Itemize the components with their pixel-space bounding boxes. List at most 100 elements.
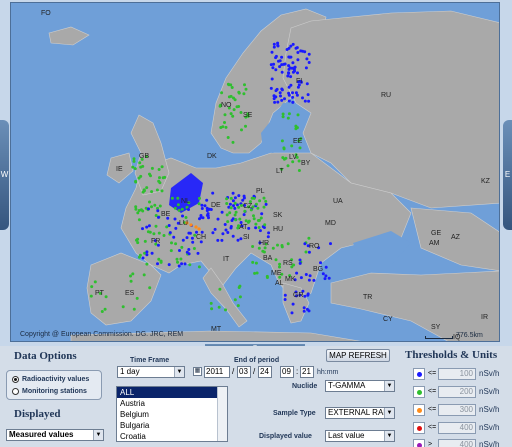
station-marker[interactable]: [176, 196, 180, 200]
station-marker[interactable]: [278, 91, 282, 95]
station-marker[interactable]: [233, 98, 237, 102]
station-marker[interactable]: [226, 220, 230, 224]
station-marker[interactable]: [225, 202, 229, 205]
station-marker[interactable]: [329, 242, 332, 246]
station-marker[interactable]: [231, 114, 235, 118]
station-marker[interactable]: [287, 71, 290, 75]
station-marker[interactable]: [103, 307, 107, 311]
station-marker[interactable]: [209, 301, 213, 305]
station-marker[interactable]: [227, 95, 231, 99]
station-marker[interactable]: [298, 146, 302, 150]
station-marker[interactable]: [306, 93, 310, 97]
station-marker[interactable]: [277, 59, 280, 63]
station-marker[interactable]: [247, 226, 251, 230]
station-marker[interactable]: [280, 98, 284, 102]
station-marker[interactable]: [221, 125, 225, 129]
nuclide-select[interactable]: T-GAMMA ▼: [325, 380, 395, 392]
station-marker[interactable]: [150, 166, 154, 170]
station-marker[interactable]: [223, 121, 226, 124]
station-marker[interactable]: [236, 304, 240, 308]
station-marker[interactable]: [281, 112, 285, 116]
station-marker[interactable]: [137, 218, 141, 222]
map-refresh-button[interactable]: MAP REFRESH: [326, 349, 390, 362]
station-marker[interactable]: [141, 190, 145, 194]
station-marker[interactable]: [254, 226, 258, 230]
station-marker[interactable]: [226, 231, 230, 234]
list-item[interactable]: Bulgaria: [117, 420, 227, 431]
station-marker[interactable]: [177, 208, 181, 212]
station-marker[interactable]: [211, 191, 215, 195]
station-marker[interactable]: [287, 112, 291, 116]
station-marker[interactable]: [225, 213, 229, 217]
station-marker[interactable]: [158, 204, 162, 208]
station-marker[interactable]: [280, 55, 284, 59]
station-marker[interactable]: [307, 309, 311, 313]
station-marker[interactable]: [134, 205, 138, 209]
station-marker[interactable]: [184, 216, 188, 219]
station-marker[interactable]: [302, 309, 306, 313]
station-marker[interactable]: [229, 206, 233, 210]
station-marker[interactable]: [145, 186, 149, 190]
station-marker[interactable]: [233, 298, 237, 302]
station-marker[interactable]: [301, 96, 304, 100]
station-marker[interactable]: [196, 251, 200, 255]
radio-radioactivity-values[interactable]: Radioactivity values: [12, 376, 89, 383]
station-marker[interactable]: [274, 54, 278, 58]
station-marker[interactable]: [252, 214, 255, 218]
station-marker[interactable]: [216, 238, 220, 242]
station-marker[interactable]: [89, 294, 93, 298]
station-marker[interactable]: [154, 224, 158, 228]
station-marker[interactable]: [237, 91, 241, 95]
station-marker[interactable]: [157, 168, 161, 171]
station-marker[interactable]: [234, 210, 238, 214]
station-marker[interactable]: [189, 223, 193, 227]
station-marker[interactable]: [257, 218, 261, 222]
station-marker[interactable]: [170, 241, 173, 245]
station-marker[interactable]: [213, 227, 217, 231]
station-marker[interactable]: [136, 241, 140, 245]
station-marker[interactable]: [296, 71, 299, 75]
station-marker[interactable]: [224, 308, 227, 312]
station-marker[interactable]: [201, 216, 205, 220]
station-marker[interactable]: [243, 83, 246, 87]
europe-map[interactable]: FO NO SE FI RU EE LV LT IE GB DK NL BE D…: [10, 2, 500, 342]
station-marker[interactable]: [254, 222, 258, 226]
station-marker[interactable]: [289, 44, 293, 48]
station-marker[interactable]: [180, 245, 184, 249]
station-marker[interactable]: [244, 87, 248, 91]
station-marker[interactable]: [138, 253, 142, 257]
station-marker[interactable]: [131, 272, 135, 276]
threshold-color-swatch[interactable]: [413, 404, 425, 416]
station-marker[interactable]: [233, 206, 237, 210]
station-marker[interactable]: [312, 278, 316, 282]
station-marker[interactable]: [132, 157, 136, 161]
station-marker[interactable]: [183, 262, 187, 266]
station-marker[interactable]: [238, 284, 242, 288]
calendar-icon[interactable]: ▦: [193, 367, 202, 376]
station-marker[interactable]: [197, 202, 201, 206]
station-marker[interactable]: [298, 258, 302, 262]
station-marker[interactable]: [289, 83, 293, 87]
station-marker[interactable]: [271, 246, 275, 250]
station-marker[interactable]: [220, 210, 224, 214]
station-marker[interactable]: [242, 92, 246, 96]
station-marker[interactable]: [297, 169, 301, 172]
station-marker[interactable]: [264, 199, 268, 203]
station-marker[interactable]: [173, 217, 177, 221]
station-marker[interactable]: [160, 165, 164, 169]
station-marker[interactable]: [178, 249, 181, 252]
station-marker[interactable]: [283, 298, 287, 301]
station-marker[interactable]: [305, 82, 309, 86]
station-marker[interactable]: [132, 307, 136, 311]
station-marker[interactable]: [229, 83, 233, 87]
station-marker[interactable]: [254, 261, 258, 265]
station-marker[interactable]: [262, 196, 266, 200]
station-marker[interactable]: [252, 196, 256, 200]
station-marker[interactable]: [254, 202, 258, 206]
station-marker[interactable]: [226, 136, 230, 139]
station-marker[interactable]: [267, 231, 271, 235]
station-marker[interactable]: [180, 207, 184, 211]
listbox-scrollbar[interactable]: [217, 387, 227, 441]
station-marker[interactable]: [150, 205, 153, 209]
station-marker[interactable]: [100, 310, 104, 313]
